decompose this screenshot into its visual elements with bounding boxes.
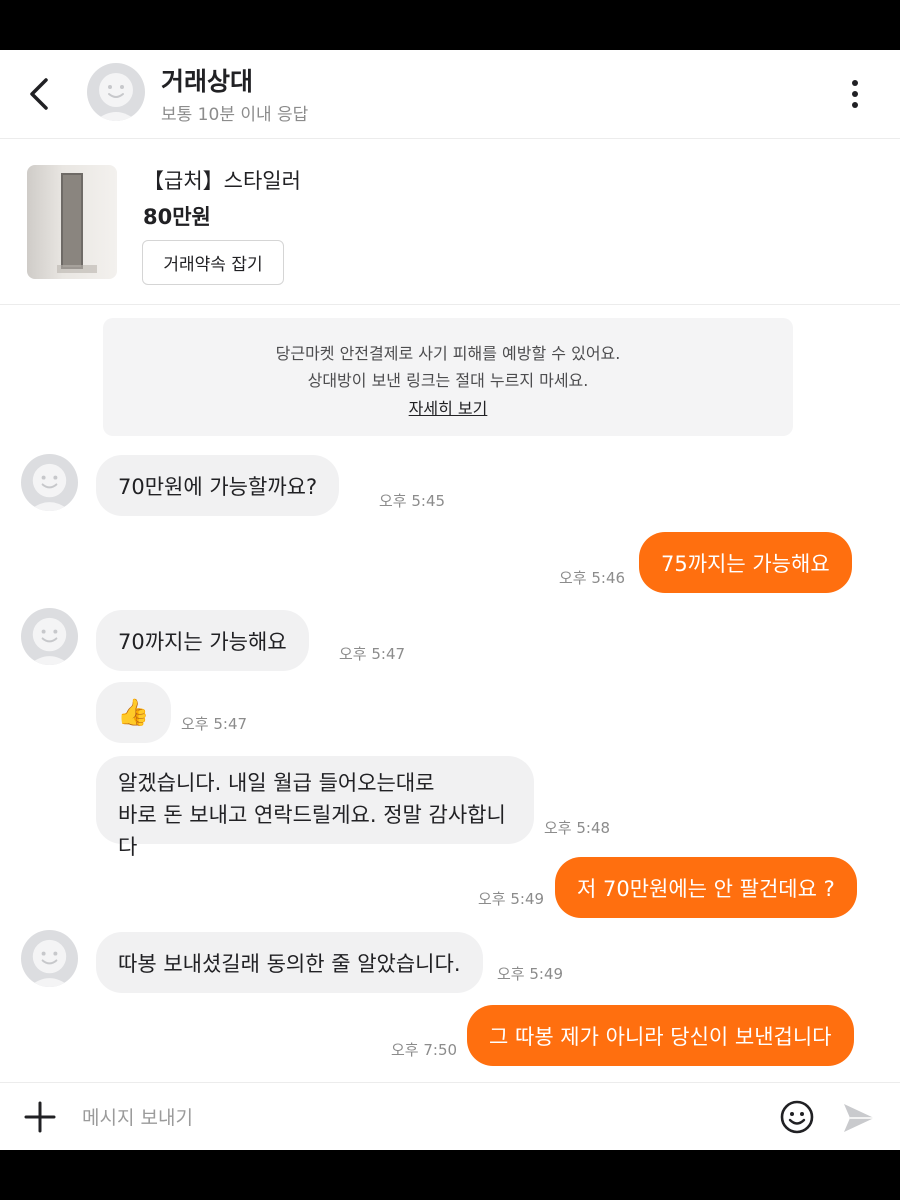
- message-time: 오후 7:50: [391, 1041, 458, 1059]
- default-avatar-icon: [95, 73, 137, 121]
- message-bubble-outgoing[interactable]: 75까지는 가능해요: [639, 532, 852, 593]
- message-input-bar: [0, 1082, 900, 1150]
- more-vertical-icon[interactable]: [838, 76, 872, 112]
- chat-screen: 거래상대 보통 10분 이내 응답 【급처】스타일러 80만원 거래약속 잡기 …: [0, 50, 900, 1150]
- sender-avatar[interactable]: [21, 454, 78, 511]
- message-line: 바로 돈 보내고 연락드릴게요. 정말 감사합니다: [118, 803, 506, 859]
- message-bubble-incoming[interactable]: 따봉 보내셨길래 동의한 줄 알았습니다.: [96, 932, 483, 993]
- product-name: 【급처】스타일러: [143, 169, 301, 193]
- message-bubble-outgoing[interactable]: 그 따봉 제가 아니라 당신이 보낸겁니다: [467, 1005, 854, 1066]
- message-time: 오후 5:45: [379, 492, 446, 510]
- schedule-deal-button[interactable]: 거래약속 잡기: [142, 240, 284, 285]
- chat-partner-name: 거래상대: [161, 67, 254, 96]
- message-time: 오후 5:46: [559, 569, 626, 587]
- message-time: 오후 5:49: [497, 965, 564, 983]
- back-arrow-icon[interactable]: [22, 74, 58, 114]
- default-avatar-icon: [28, 463, 71, 511]
- message-bubble-outgoing[interactable]: 저 70만원에는 안 팔건데요 ?: [555, 857, 857, 918]
- message-time: 오후 5:48: [544, 819, 611, 837]
- message-time: 오후 5:49: [478, 890, 545, 908]
- product-summary: 【급처】스타일러 80만원 거래약속 잡기: [0, 139, 900, 305]
- product-thumbnail[interactable]: [27, 165, 117, 279]
- sender-avatar[interactable]: [21, 930, 78, 987]
- thumbs-up-emoji-bubble[interactable]: 👍: [96, 682, 171, 743]
- details-link[interactable]: 자세히 보기: [409, 399, 488, 418]
- product-price: 80만원: [143, 205, 211, 229]
- message-bubble-incoming[interactable]: 70만원에 가능할까요?: [96, 455, 340, 516]
- plus-icon[interactable]: [24, 1101, 56, 1133]
- notice-line: 상대방이 보낸 링크는 절대 누르지 마세요.: [307, 371, 589, 390]
- message-bubble-incoming[interactable]: 알겠습니다. 내일 월급 들어오는대로 바로 돈 보내고 연락드릴게요. 정말 …: [96, 756, 534, 859]
- message-line: 알겠습니다. 내일 월급 들어오는대로: [118, 771, 435, 795]
- send-icon[interactable]: [841, 1101, 877, 1135]
- default-avatar-icon: [28, 939, 71, 987]
- message-bubble-incoming[interactable]: 70까지는 가능해요: [96, 610, 309, 671]
- message-input[interactable]: [80, 1099, 764, 1137]
- response-time-text: 보통 10분 이내 응답: [161, 105, 309, 125]
- sender-avatar[interactable]: [21, 608, 78, 665]
- notice-line: 당근마켓 안전결제로 사기 피해를 예방할 수 있어요.: [275, 344, 621, 363]
- profile-avatar[interactable]: [87, 63, 145, 121]
- message-time: 오후 5:47: [181, 715, 248, 733]
- safety-notice: 당근마켓 안전결제로 사기 피해를 예방할 수 있어요. 상대방이 보낸 링크는…: [103, 318, 793, 436]
- emoji-icon[interactable]: [779, 1099, 815, 1135]
- default-avatar-icon: [28, 617, 71, 665]
- chat-header: 거래상대 보통 10분 이내 응답: [0, 50, 900, 139]
- message-time: 오후 5:47: [339, 645, 406, 663]
